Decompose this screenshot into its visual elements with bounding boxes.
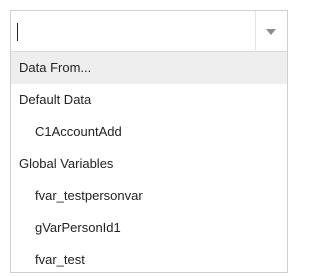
- dropdown-list: Data From... Default Data C1AccountAdd G…: [11, 52, 287, 276]
- group-header-default-data: Default Data: [19, 92, 92, 107]
- data-source-combobox[interactable]: Data From... Default Data C1AccountAdd G…: [10, 10, 288, 273]
- option-fvar-testpersonvar[interactable]: fvar_testpersonvar: [11, 180, 287, 212]
- group-header-global-variables: Global Variables: [19, 156, 114, 171]
- chevron-down-icon: [266, 29, 276, 35]
- option-fvar-test[interactable]: fvar_test: [11, 244, 287, 276]
- combobox-input[interactable]: [11, 11, 287, 52]
- text-cursor: [17, 23, 18, 41]
- dropdown-toggle-button[interactable]: [255, 11, 287, 51]
- option-c1accountadd[interactable]: C1AccountAdd: [11, 116, 287, 148]
- option-gvarpersonid1[interactable]: gVarPersonId1: [11, 212, 287, 244]
- option-data-from[interactable]: Data From...: [11, 52, 287, 84]
